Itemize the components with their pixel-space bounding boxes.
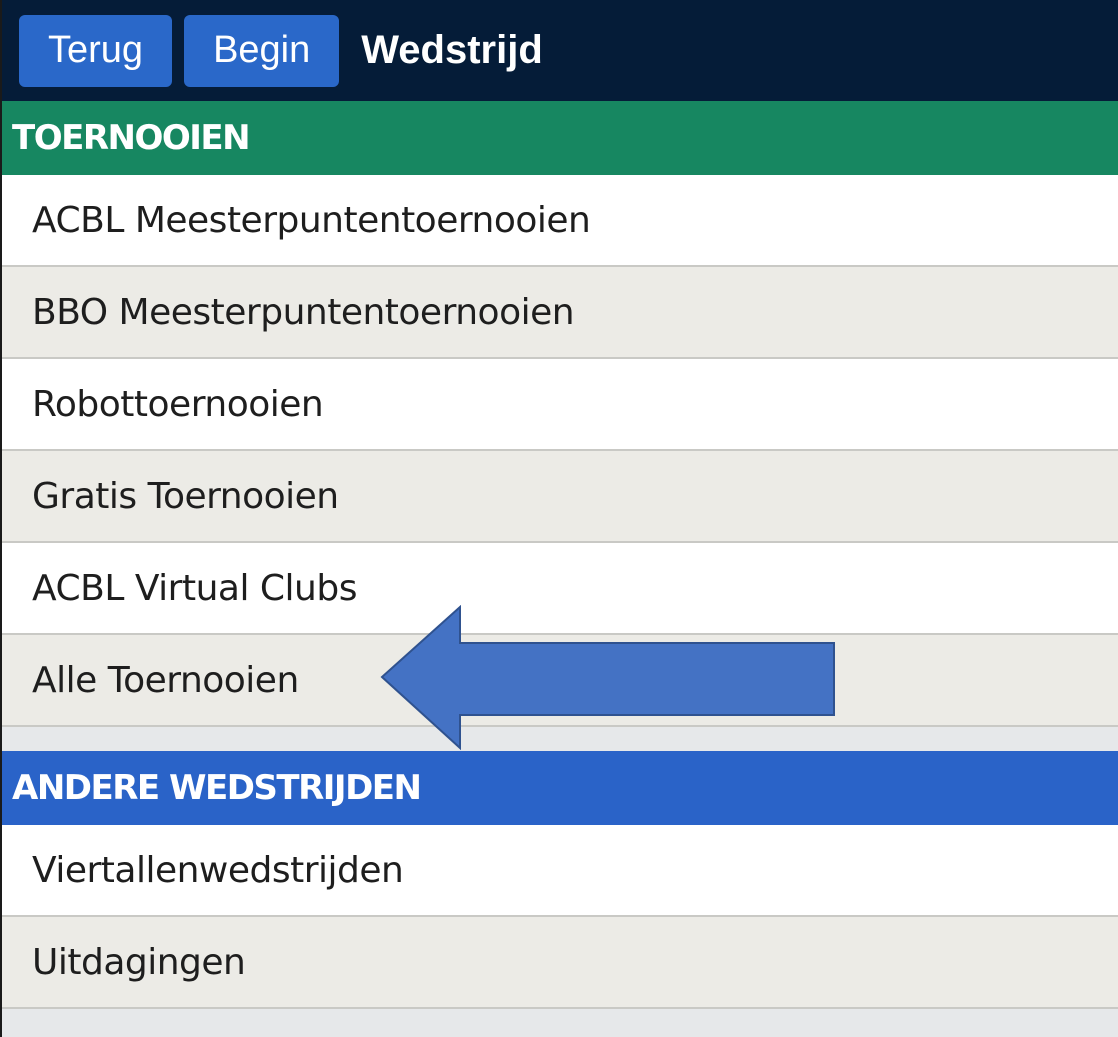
top-toolbar: Terug Begin Wedstrijd bbox=[2, 0, 1118, 101]
section-header-other-competitions: ANDERE WEDSTRIJDEN bbox=[2, 751, 1118, 825]
menu-item-robot-tournaments[interactable]: Robottoernooien bbox=[2, 359, 1118, 451]
bbo-competition-page: Terug Begin Wedstrijd TOERNOOIEN ACBL Me… bbox=[0, 0, 1118, 1037]
back-button[interactable]: Terug bbox=[19, 14, 173, 87]
menu-item-challenges[interactable]: Uitdagingen bbox=[2, 917, 1118, 1009]
menu-item-bbo-masterpoint-tournaments[interactable]: BBO Meesterpuntentoernooien bbox=[2, 267, 1118, 359]
menu-item-acbl-masterpoint-tournaments[interactable]: ACBL Meesterpuntentoernooien bbox=[2, 175, 1118, 267]
section-spacer bbox=[2, 727, 1118, 751]
menu-item-acbl-virtual-clubs[interactable]: ACBL Virtual Clubs bbox=[2, 543, 1118, 635]
menu-item-free-tournaments[interactable]: Gratis Toernooien bbox=[2, 451, 1118, 543]
page-title: Wedstrijd bbox=[361, 28, 543, 72]
menu-item-team-matches[interactable]: Viertallenwedstrijden bbox=[2, 825, 1118, 917]
section-header-tournaments: TOERNOOIEN bbox=[2, 101, 1118, 175]
menu-item-all-tournaments[interactable]: Alle Toernooien bbox=[2, 635, 1118, 727]
home-button[interactable]: Begin bbox=[184, 14, 340, 87]
